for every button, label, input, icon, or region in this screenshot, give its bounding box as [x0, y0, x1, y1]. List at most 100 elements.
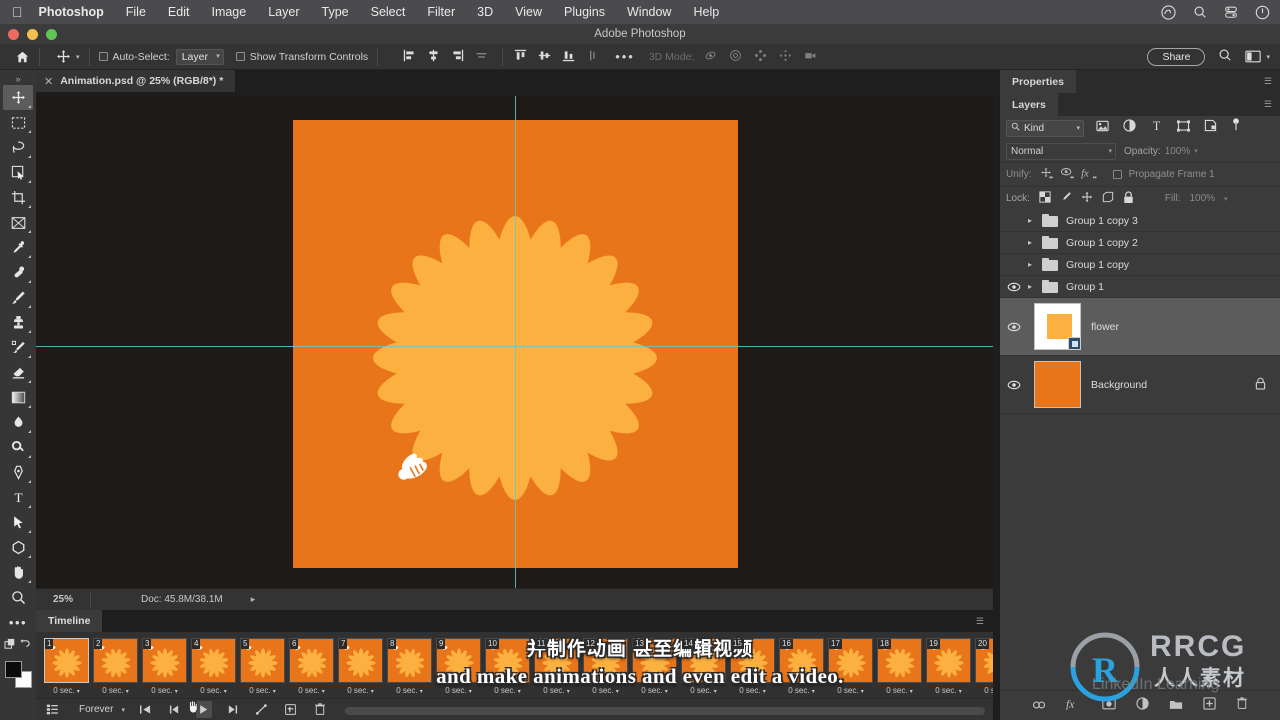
delete-frame-icon[interactable]	[312, 703, 328, 716]
delete-layer-icon[interactable]	[1236, 696, 1248, 715]
frame-thumbnail[interactable]: 8	[387, 638, 432, 683]
quick-mask-and-swap-row[interactable]	[3, 635, 33, 653]
frame-duration[interactable]: 0 sec. ▾	[828, 683, 873, 695]
brush-tool[interactable]	[3, 285, 33, 310]
new-layer-icon[interactable]	[1203, 696, 1216, 715]
frame-duration[interactable]: 0 sec. ▾	[926, 683, 971, 695]
lock-image-pixels-icon[interactable]	[1060, 191, 1072, 206]
frame-duration[interactable]: 0 sec. ▾	[485, 683, 530, 695]
home-icon[interactable]	[15, 50, 30, 64]
timeline-frame[interactable]: 19 0 sec. ▾	[926, 638, 971, 695]
timeline-frame[interactable]: 5 0 sec. ▾	[240, 638, 285, 695]
menu-3d[interactable]: 3D	[477, 5, 493, 19]
group-expand-icon[interactable]: ▸	[1028, 260, 1042, 269]
panel-menu-icon[interactable]: ☰	[1264, 76, 1272, 87]
document-tab[interactable]: ✕ Animation.psd @ 25% (RGB/8*) *	[36, 70, 236, 92]
lock-position-icon[interactable]	[1081, 191, 1093, 206]
panel-menu-icon[interactable]: ☰	[976, 616, 985, 627]
spot-healing-brush-tool[interactable]	[3, 260, 33, 285]
crop-tool[interactable]	[3, 185, 33, 210]
frame-thumbnail[interactable]: 14	[681, 638, 726, 683]
distribute-vertically-icon[interactable]	[586, 49, 599, 65]
frame-duration[interactable]: 0 sec. ▾	[240, 683, 285, 695]
unify-visibility-icon[interactable]	[1060, 166, 1074, 183]
auto-select-dropdown[interactable]: Layer ▾	[175, 48, 224, 65]
timeline-frame[interactable]: 18 0 sec. ▾	[877, 638, 922, 695]
timeline-frame[interactable]: 15 0 sec. ▾	[730, 638, 775, 695]
menu-edit[interactable]: Edit	[168, 5, 190, 19]
align-vertical-centers-icon[interactable]	[538, 49, 551, 65]
align-right-edges-icon[interactable]	[451, 49, 464, 65]
menu-image[interactable]: Image	[211, 5, 246, 19]
timeline-frame[interactable]: 17 0 sec. ▾	[828, 638, 873, 695]
frame-duration[interactable]: 0 sec. ▾	[142, 683, 187, 695]
pen-tool[interactable]	[3, 460, 33, 485]
rectangular-marquee-tool[interactable]	[3, 110, 33, 135]
timeline-frame[interactable]: 6 0 sec. ▾	[289, 638, 334, 695]
layer-visibility-toggle[interactable]	[1000, 380, 1028, 390]
history-brush-tool[interactable]	[3, 335, 33, 360]
timeline-frame[interactable]: 3 0 sec. ▾	[142, 638, 187, 695]
timeline-frame[interactable]: 9 0 sec. ▾	[436, 638, 481, 695]
layer-row[interactable]: ▸ Group 1 copy 2	[1000, 232, 1280, 254]
frame-thumbnail[interactable]: 6	[289, 638, 334, 683]
timeline-frame[interactable]: 11 0 sec. ▾	[534, 638, 579, 695]
layer-thumbnail[interactable]	[1034, 361, 1081, 408]
convert-to-video-timeline-icon[interactable]	[44, 703, 60, 716]
new-group-icon[interactable]	[1169, 697, 1183, 715]
unify-style-icon[interactable]: fx	[1081, 166, 1097, 183]
3d-pan-icon[interactable]	[754, 49, 767, 65]
timeline-scrollbar[interactable]	[345, 707, 985, 715]
filter-toggle-icon[interactable]	[1231, 118, 1241, 138]
frame-duration[interactable]: 0 sec. ▾	[975, 683, 993, 695]
toolbar-overflow-icon[interactable]: »	[0, 74, 36, 85]
lasso-tool[interactable]	[3, 135, 33, 160]
timeline-frame[interactable]: 8 0 sec. ▾	[387, 638, 432, 695]
group-expand-icon[interactable]: ▸	[1028, 238, 1042, 247]
align-left-edges-icon[interactable]	[403, 49, 416, 65]
menu-layer[interactable]: Layer	[268, 5, 299, 19]
share-button[interactable]: Share	[1147, 47, 1206, 66]
frame-duration[interactable]: 0 sec. ▾	[93, 683, 138, 695]
propagate-frame-checkbox[interactable]	[1112, 170, 1122, 179]
timeline-frame[interactable]: 14 0 sec. ▾	[681, 638, 726, 695]
clone-stamp-tool[interactable]	[3, 310, 33, 335]
layers-list[interactable]: ▸ Group 1 copy 3 ▸ Group 1 copy 2 ▸ Group 1 c…	[1000, 210, 1280, 690]
3d-roll-icon[interactable]	[729, 49, 742, 65]
frame-duration[interactable]: 0 sec. ▾	[632, 683, 677, 695]
layer-row[interactable]: Background	[1000, 356, 1280, 414]
frame-thumbnail[interactable]: 2	[93, 638, 138, 683]
filter-type-icon[interactable]: T	[1150, 119, 1163, 137]
timeline-frame[interactable]: 2 0 sec. ▾	[93, 638, 138, 695]
blur-tool[interactable]	[3, 410, 33, 435]
power-icon[interactable]	[1255, 5, 1270, 20]
tab-properties[interactable]: Properties	[1000, 70, 1076, 93]
loop-option-dropdown[interactable]: Forever ▾	[79, 704, 125, 715]
frame-duration[interactable]: 0 sec. ▾	[779, 683, 824, 695]
layer-thumbnail[interactable]	[1034, 303, 1081, 350]
layer-row[interactable]: ▸ Group 1	[1000, 276, 1280, 298]
panel-menu-icon[interactable]: ☰	[1264, 99, 1272, 110]
fill-value[interactable]: 100%	[1189, 193, 1215, 204]
layer-style-fx-icon[interactable]: fx	[1066, 697, 1082, 715]
zoom-level-field[interactable]: 25%	[36, 594, 90, 605]
spotlight-search-icon[interactable]	[1193, 5, 1207, 19]
foreground-color-swatch[interactable]	[5, 661, 22, 678]
menu-type[interactable]: Type	[322, 5, 349, 19]
frame-duration[interactable]: 0 sec. ▾	[681, 683, 726, 695]
filter-pixel-icon[interactable]	[1096, 119, 1109, 137]
menu-help[interactable]: Help	[693, 5, 719, 19]
frame-duration[interactable]: 0 sec. ▾	[44, 683, 89, 695]
lock-transparent-pixels-icon[interactable]	[1039, 191, 1051, 206]
frame-thumbnail[interactable]: 15	[730, 638, 775, 683]
dodge-tool[interactable]	[3, 435, 33, 460]
hand-tool[interactable]	[3, 560, 33, 585]
frame-thumbnail[interactable]: 13	[632, 638, 677, 683]
frame-thumbnail[interactable]: 11	[534, 638, 579, 683]
frame-thumbnail[interactable]: 18	[877, 638, 922, 683]
align-bottom-edges-icon[interactable]	[562, 49, 575, 65]
previous-frame-icon[interactable]	[167, 704, 183, 715]
layer-row[interactable]: ▸ Group 1 copy 3	[1000, 210, 1280, 232]
frame-duration[interactable]: 0 sec. ▾	[436, 683, 481, 695]
menu-file[interactable]: File	[126, 5, 146, 19]
